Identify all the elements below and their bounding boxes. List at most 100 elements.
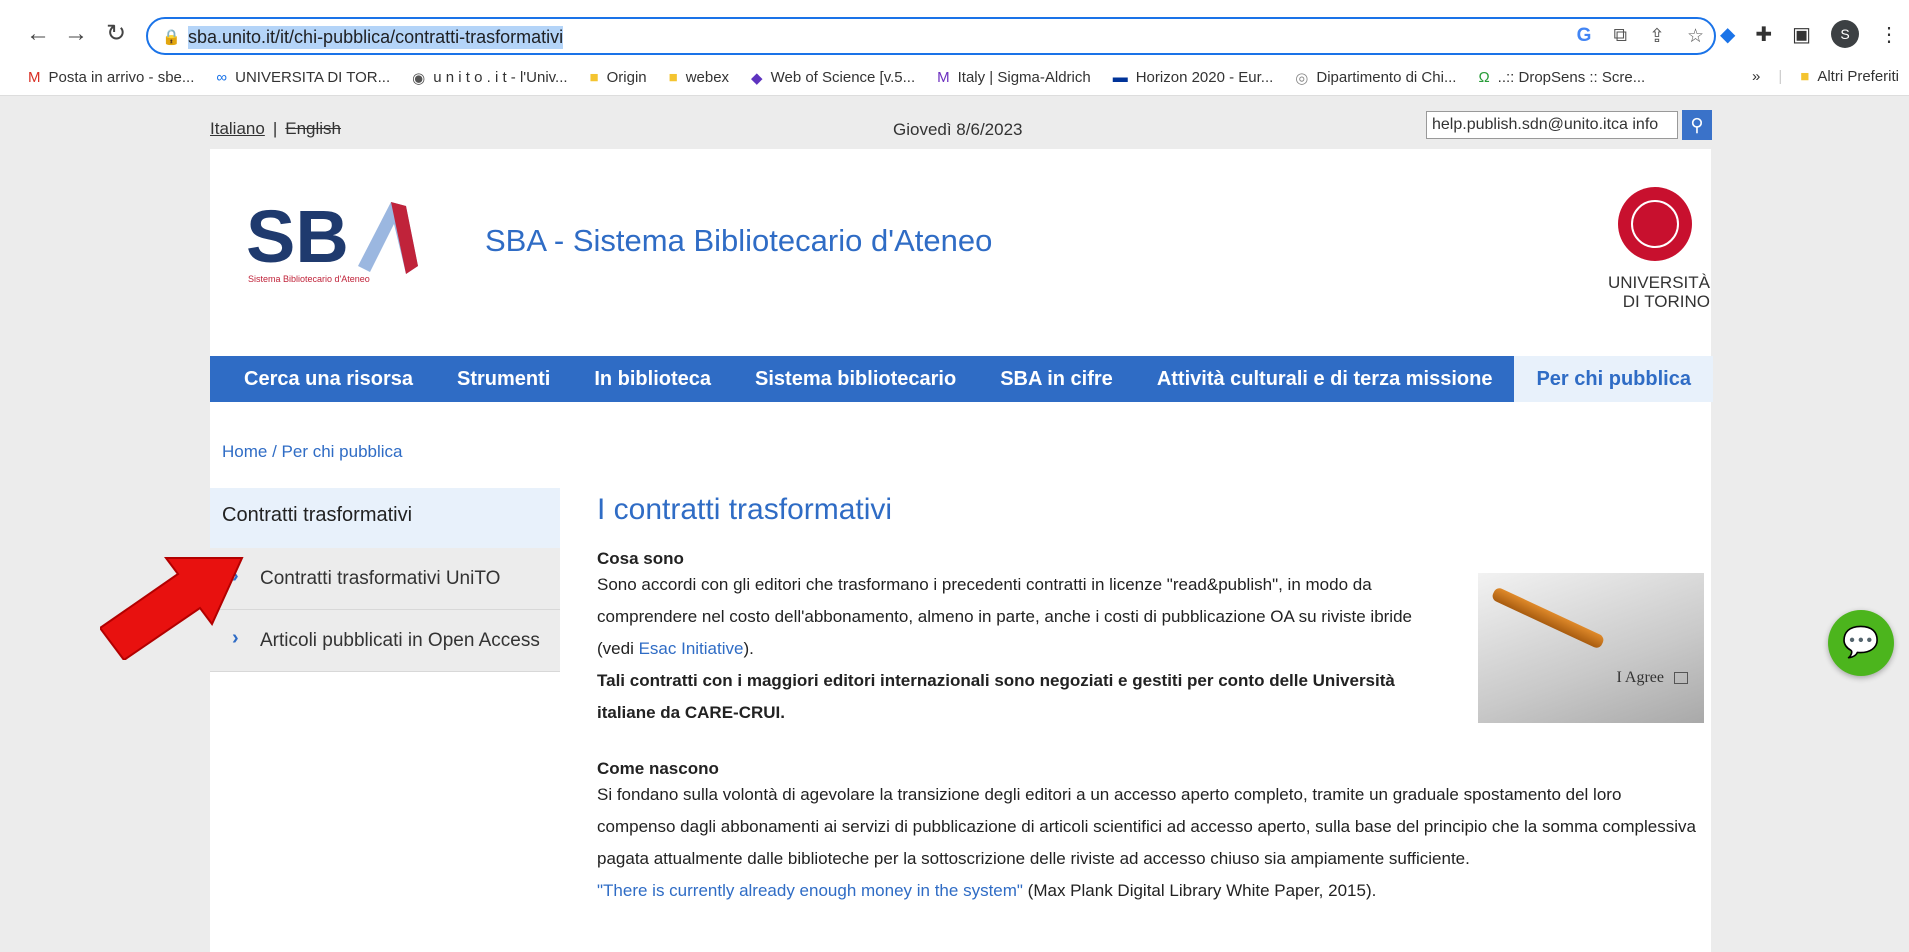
bookmarks-bar: M Posta in arrivo - sbe... ∞ UNIVERSITA DI … — [0, 60, 1909, 96]
extension-cap-icon[interactable]: ◆ — [1720, 22, 1735, 47]
esac-initiative-link[interactable]: Esac Initiative — [639, 639, 744, 658]
unito-logo[interactable]: UNIVERSITÀ DI TORINO — [1600, 187, 1710, 327]
bookmark-item[interactable]: Ω ..:: DropSens :: Scre... — [1478, 69, 1645, 86]
bookmark-label: Dipartimento di Chi... — [1316, 69, 1457, 86]
profile-avatar[interactable]: S — [1831, 20, 1859, 48]
eu-flag-icon: ▬ — [1112, 69, 1128, 86]
main-menu: Cerca una risorsa Strumenti In biblioteca S… — [210, 356, 1713, 402]
menu-item[interactable]: Attività culturali e di terza missione — [1135, 356, 1515, 402]
checkbox-graphic — [1674, 672, 1688, 684]
i-agree-text: I Agree — [1616, 669, 1664, 686]
language-switch: Italiano | English — [210, 119, 341, 139]
address-bar[interactable]: 🔒 sba.unito.it/it/chi-pubblica/contratti… — [146, 17, 1716, 55]
cosa-sono-text-b: ). — [743, 639, 754, 658]
search-input[interactable] — [1426, 111, 1678, 139]
other-bookmarks-folder[interactable]: ■ Altri Preferiti — [1800, 68, 1899, 85]
globe-icon: ◉ — [412, 69, 426, 87]
bookmark-item[interactable]: ▬ Horizon 2020 - Eur... — [1113, 69, 1274, 86]
search-icon[interactable]: ⚲ — [1682, 110, 1712, 140]
sidebar-item-label: Articoli pubblicati in Open Access — [260, 630, 540, 651]
come-nascono-text: Si fondano sulla volontà di agevolare la… — [597, 785, 1696, 868]
breadcrumb-current-link[interactable]: Per chi pubblica — [282, 442, 403, 461]
enough-money-link[interactable]: "There is currently already enough money… — [597, 881, 1023, 900]
sba-logo-text: SB — [246, 195, 349, 278]
wos-icon: ◆ — [751, 69, 763, 87]
section-title-come-nascono: Come nascono — [597, 759, 719, 778]
bookmark-label: UNIVERSITA DI TOR... — [235, 69, 391, 86]
sidebar-item-articoli-oa[interactable]: › Articoli pubblicati in Open Access — [210, 610, 560, 672]
side-panel-icon[interactable]: ▣ — [1792, 22, 1811, 47]
folder-icon: ■ — [668, 69, 678, 86]
menu-item[interactable]: Per chi pubblica — [1514, 356, 1713, 402]
dropsens-icon: Ω — [1478, 69, 1490, 86]
sba-logo-subtitle: Sistema Bibliotecario d'Ateneo — [248, 274, 370, 284]
bookmark-item[interactable]: ■ webex — [669, 69, 729, 86]
bookmark-item[interactable]: ◎ Dipartimento di Chi... — [1295, 69, 1456, 87]
share-icon[interactable]: ⇪ — [1649, 25, 1665, 48]
site-header: SB Sistema Bibliotecario d'Ateneo SBA - … — [210, 149, 1711, 356]
bookmark-item[interactable]: M Posta in arrivo - sbe... — [28, 69, 194, 86]
bookmark-label: Origin — [606, 69, 647, 86]
page-heading: I contratti trasformativi — [597, 493, 893, 526]
breadcrumb-separator: / — [267, 442, 282, 461]
bookmark-item[interactable]: ◉ u n i t o . i t - l'Univ... — [412, 69, 567, 87]
bookmark-item[interactable]: M Italy | Sigma-Aldrich — [937, 69, 1091, 86]
breadcrumb-home-link[interactable]: Home — [222, 442, 267, 461]
bookmark-label: Posta in arrivo - sbe... — [48, 69, 195, 86]
menu-dots-icon[interactable]: ⋮ — [1879, 22, 1899, 47]
menu-item[interactable]: SBA in cifre — [978, 356, 1135, 402]
bookmark-item[interactable]: ∞ UNIVERSITA DI TOR... — [216, 69, 390, 86]
reload-icon[interactable]: ↻ — [100, 18, 132, 50]
folder-icon: ■ — [589, 69, 599, 86]
section-text-come-nascono: Si fondano sulla volontà di agevolare la… — [597, 779, 1697, 907]
come-nascono-citation: (Max Plank Digital Library White Paper, … — [1022, 881, 1377, 900]
menu-item[interactable]: In biblioteca — [572, 356, 733, 402]
page-container: Italiano | English Giovedì 8/6/2023 ⚲ SB S… — [210, 97, 1713, 952]
pen-graphic — [1490, 586, 1606, 650]
sidebar-heading[interactable]: Contratti trasformativi — [210, 488, 560, 548]
section-text-cosa-sono: Sono accordi con gli editori che trasfor… — [597, 569, 1417, 729]
folder-icon: ■ — [1800, 68, 1810, 85]
unito-logo-text: UNIVERSITÀ DI TORINO — [1600, 273, 1710, 311]
bookmark-label: webex — [685, 69, 730, 86]
unito-line2: DI TORINO — [1622, 292, 1710, 311]
google-icon[interactable]: G — [1577, 25, 1592, 48]
bookmark-label: Italy | Sigma-Aldrich — [957, 69, 1091, 86]
divider: | — [1778, 68, 1783, 85]
star-icon[interactable]: ☆ — [1687, 25, 1704, 48]
bookmark-item[interactable]: ■ Origin — [590, 69, 647, 86]
back-icon[interactable]: ← — [22, 18, 54, 50]
browser-toolbar: ← → ↻ 🔒 sba.unito.it/it/chi-pubblica/con… — [0, 0, 1909, 60]
red-arrow-annotation — [100, 557, 244, 660]
url-text[interactable]: sba.unito.it/it/chi-pubblica/contratti-t… — [188, 26, 564, 49]
menu-item[interactable]: Cerca una risorsa — [210, 356, 435, 402]
bookmark-label: ..:: DropSens :: Scre... — [1497, 69, 1646, 86]
current-date: Giovedì 8/6/2023 — [893, 120, 1023, 139]
link-icon: ∞ — [216, 69, 228, 86]
menu-item[interactable]: Sistema bibliotecario — [733, 356, 978, 402]
forward-icon[interactable]: → — [60, 18, 92, 50]
lang-it-link[interactable]: Italiano — [210, 119, 265, 138]
sigma-icon: M — [937, 69, 950, 86]
lang-en-link[interactable]: English — [285, 119, 341, 138]
sba-logo[interactable]: SB Sistema Bibliotecario d'Ateneo — [246, 194, 456, 294]
cosa-sono-bold-text: Tali contratti con i maggiori editori in… — [597, 671, 1395, 722]
more-bookmarks-icon[interactable]: » — [1752, 68, 1760, 85]
bookmark-label: u n i t o . i t - l'Univ... — [433, 69, 568, 86]
unito-seal-icon — [1618, 187, 1692, 261]
top-bar: Italiano | English Giovedì 8/6/2023 ⚲ — [210, 97, 1712, 149]
extensions-puzzle-icon[interactable]: ✚ — [1755, 22, 1772, 47]
sidebar-item-label: Contratti trasformativi UniTO — [260, 568, 501, 589]
chat-icon[interactable]: 💬 — [1828, 610, 1894, 676]
other-bookmarks-label: Altri Preferiti — [1817, 68, 1899, 85]
bookmark-item[interactable]: ◆ Web of Science [v.5... — [751, 69, 915, 87]
bookmark-label: Web of Science [v.5... — [770, 69, 916, 86]
translate-icon[interactable]: ⧉ — [1613, 25, 1627, 48]
sidebar-item-contratti-unito[interactable]: › Contratti trasformativi UniTO — [210, 548, 560, 610]
unito-line1: UNIVERSITÀ — [1607, 273, 1710, 292]
dept-icon: ◎ — [1295, 69, 1309, 87]
bookmark-label: Horizon 2020 - Eur... — [1135, 69, 1274, 86]
menu-item[interactable]: Strumenti — [435, 356, 572, 402]
lock-icon[interactable]: 🔒 — [162, 28, 181, 46]
gmail-icon: M — [28, 69, 41, 86]
